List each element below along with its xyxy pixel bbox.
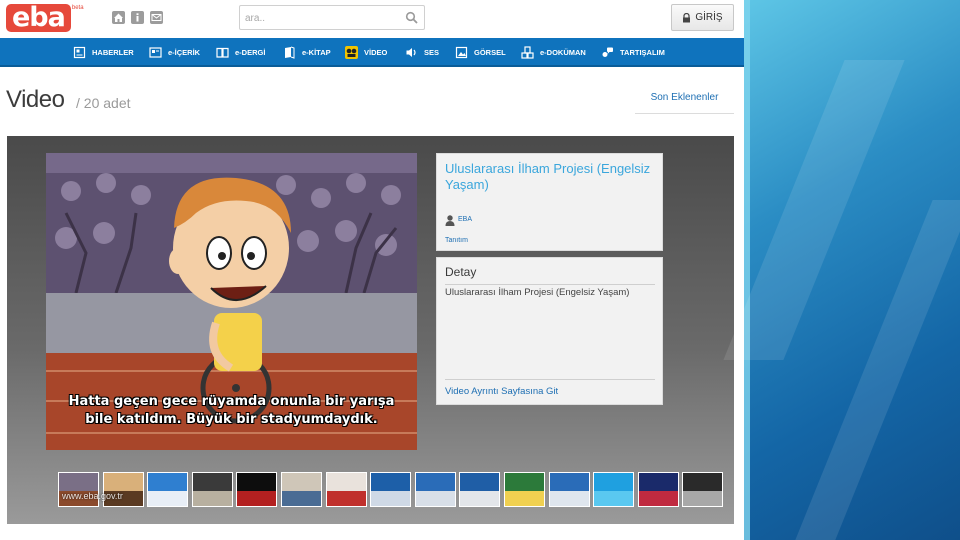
thumbnail-band <box>59 491 98 506</box>
nav-item-label: GÖRSEL <box>474 48 506 57</box>
nav-item-label: HABERLER <box>92 48 134 57</box>
video-subtitle: Hatta geçen gece rüyamda onunla bir yarı… <box>46 393 417 429</box>
page-title: Video <box>6 86 65 113</box>
subtitle-line: Hatta geçen gece rüyamda onunla bir yarı… <box>68 394 395 409</box>
nav-item-label: SES <box>424 48 440 57</box>
video-thumbnail[interactable] <box>58 472 99 507</box>
thumbnail-band <box>638 491 678 506</box>
nav-item-e-kitap[interactable]: e-KİTAP <box>283 44 331 61</box>
thumbnail-band <box>415 491 455 506</box>
divider <box>445 379 655 380</box>
video-thumbnail[interactable] <box>459 472 501 507</box>
video-thumbnail[interactable] <box>637 472 679 507</box>
user-icon <box>445 215 455 226</box>
nav-item-e-dokuman[interactable]: e-DOKÜMAN <box>521 44 586 61</box>
logo-text: eba <box>6 4 71 32</box>
magazine-icon <box>216 47 229 58</box>
side-shard <box>723 60 905 360</box>
intro-link[interactable]: Tanıtım <box>445 237 468 244</box>
eba-logo[interactable]: eba beta <box>6 4 84 32</box>
video-thumbnail[interactable] <box>414 472 456 507</box>
document-icon <box>521 46 534 59</box>
nav-item-e-dergi[interactable]: e-DERGİ <box>216 44 265 61</box>
nav-item-label: VİDEO <box>364 48 388 57</box>
top-bar: eba beta GİRİŞ <box>0 0 744 38</box>
thumbnail-band <box>237 491 277 506</box>
info-icon[interactable] <box>131 11 144 24</box>
video-thumbnail[interactable] <box>281 472 322 507</box>
thumbnail-band <box>103 491 143 506</box>
nav-item-video[interactable]: VİDEO <box>345 44 387 61</box>
video-title[interactable]: Uluslararası İlham Projesi (Engelsiz Yaş… <box>445 161 655 193</box>
detail-heading: Detay <box>445 265 477 279</box>
thumbnail-band <box>192 491 232 506</box>
side-stripe <box>744 0 750 540</box>
video-thumbnail[interactable] <box>682 472 724 507</box>
video-info-card: Uluslararası İlham Projesi (Engelsiz Yaş… <box>436 153 663 251</box>
search-input[interactable] <box>245 10 395 26</box>
recent-items-link[interactable]: Son Eklenenler <box>635 92 734 114</box>
film-reel-icon <box>345 46 358 59</box>
search-box <box>239 5 425 30</box>
video-thumbnail[interactable] <box>147 472 189 507</box>
mail-icon[interactable] <box>150 11 163 24</box>
book-icon <box>285 46 295 59</box>
thumbnail-band <box>505 491 544 506</box>
nav-item-label: TARTIŞALIM <box>620 48 665 57</box>
detail-description: Uluslararası İlham Projesi (Engelsiz Yaş… <box>445 287 630 298</box>
item-count: / 20 adet <box>76 95 131 111</box>
video-thumbnail[interactable] <box>325 472 367 507</box>
content-icon <box>149 47 162 58</box>
video-player[interactable]: Hatta geçen gece rüyamda onunla bir yarı… <box>46 153 417 450</box>
nav-item-ses[interactable]: SES <box>405 44 439 61</box>
decorative-side-panel <box>723 0 960 540</box>
thumbnail-band <box>549 491 589 506</box>
nav-item-label: e-KİTAP <box>302 48 331 57</box>
video-thumbnail[interactable] <box>548 472 590 507</box>
nav-item-label: e-DERGİ <box>235 48 266 57</box>
nav-item-label: e-İÇERİK <box>168 48 201 57</box>
thumbnail-band <box>282 491 321 506</box>
uploader-name[interactable]: EBA <box>458 216 472 223</box>
login-label: GİRİŞ <box>695 12 723 23</box>
video-detail-page-link[interactable]: Video Ayrıntı Sayfasına Git <box>445 386 558 397</box>
logo-beta-tag: beta <box>71 5 84 11</box>
thumbnail-band <box>371 491 411 506</box>
video-stage: Hatta geçen gece rüyamda onunla bir yarı… <box>7 136 734 524</box>
thumbnail-strip: www.eba.gov.tr <box>58 472 724 508</box>
home-icon[interactable] <box>112 11 125 24</box>
image-icon <box>455 46 468 59</box>
video-thumbnail[interactable] <box>191 472 233 507</box>
video-thumbnail[interactable] <box>504 472 545 507</box>
nav-item-label: e-DOKÜMAN <box>540 48 586 57</box>
thumbnail-band <box>326 491 366 506</box>
video-thumbnail[interactable] <box>593 472 635 507</box>
search-icon[interactable] <box>405 11 418 24</box>
divider <box>445 284 655 285</box>
newspaper-icon <box>73 46 86 59</box>
video-thumbnail[interactable] <box>236 472 278 507</box>
thumbnail-band <box>460 491 500 506</box>
subtitle-line: bile katıldım. Büyük bir stadyumdaydık. <box>85 412 378 427</box>
video-thumbnail[interactable] <box>370 472 412 507</box>
nav-item-tartisalim[interactable]: TARTIŞALIM <box>601 44 665 61</box>
video-detail-card: Detay Uluslararası İlham Projesi (Engels… <box>436 257 663 405</box>
speaker-icon <box>406 48 416 57</box>
lock-icon <box>683 12 691 22</box>
eba-app: eba beta GİRİŞ <box>0 0 744 540</box>
login-button[interactable]: GİRİŞ <box>671 4 734 31</box>
discussion-icon <box>602 47 613 57</box>
main-nav: HABERLER e-İÇERİK e-DERGİ e-KİTAP VİDEO … <box>0 38 744 67</box>
nav-item-haberler[interactable]: HABERLER <box>73 44 134 61</box>
video-thumbnail[interactable] <box>102 472 144 507</box>
nav-item-gorsel[interactable]: GÖRSEL <box>455 44 506 61</box>
thumbnail-band <box>683 491 723 506</box>
thumbnail-band <box>148 491 188 506</box>
nav-item-e-icerik[interactable]: e-İÇERİK <box>149 44 200 61</box>
thumbnail-band <box>594 491 634 506</box>
